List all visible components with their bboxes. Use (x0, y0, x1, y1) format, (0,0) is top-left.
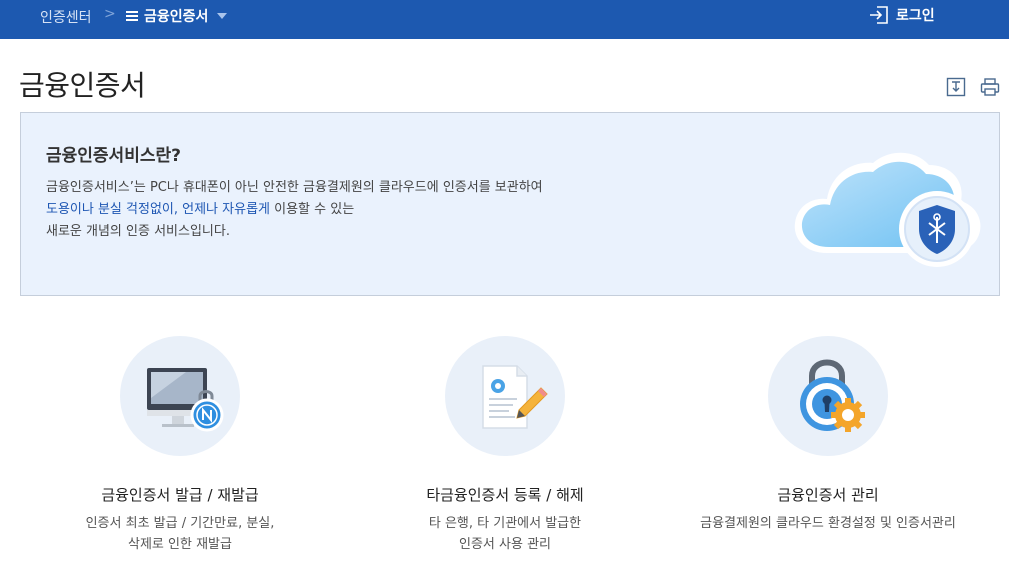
login-icon (870, 6, 888, 24)
monitor-lock-icon (147, 368, 224, 432)
intro-title: 금융인증서비스란? (46, 146, 181, 166)
feature-register-description: 타 은행, 타 기관에서 발급한 인증서 사용 관리 (345, 513, 665, 555)
feature-issue-desc-line-1: 인증서 최초 발급 / 기간만료, 분실, (85, 516, 275, 531)
feature-issue-title[interactable]: 금융인증서 발급 / 재발급 (20, 484, 340, 505)
caret-down-icon (217, 13, 228, 19)
feature-issue-description: 인증서 최초 발급 / 기간만료, 분실, 삭제로 인한 재발급 (20, 513, 340, 555)
feature-manage-circle[interactable] (768, 336, 888, 456)
intro-comma: , (173, 202, 183, 217)
feature-manage-description: 금융결제원의 클라우드 환경설정 및 인증서관리 (668, 513, 988, 534)
cloud-shield-icon (794, 152, 981, 267)
menu-dropdown[interactable]: 금융인증서 (126, 5, 228, 27)
feature-register[interactable]: 타금융인증서 등록 / 해제 타 은행, 타 기관에서 발급한 인증서 사용 관… (345, 336, 665, 555)
feature-issue[interactable]: 금융인증서 발급 / 재발급 인증서 최초 발급 / 기간만료, 분실, 삭제로… (20, 336, 340, 555)
download-icon[interactable] (946, 77, 966, 97)
breadcrumb-separator: > (104, 6, 116, 22)
feature-issue-desc-line-2: 삭제로 인한 재발급 (128, 537, 232, 552)
intro-line-1: 금융인증서비스’는 PC나 휴대폰이 아닌 안전한 금융결제원의 클라우드에 인… (46, 180, 543, 195)
feature-manage-title[interactable]: 금융인증서 관리 (668, 484, 988, 505)
feature-register-circle[interactable] (445, 336, 565, 456)
top-navigation-bar: 인증센터 > 금융인증서 로그인 (0, 0, 1009, 39)
feature-issue-circle[interactable] (120, 336, 240, 456)
feature-manage-desc-line-1: 금융결제원의 클라우드 환경설정 및 인증서관리 (700, 516, 956, 531)
intro-description: 금융인증서비스’는 PC나 휴대폰이 아닌 안전한 금융결제원의 클라우드에 인… (46, 177, 543, 243)
intro-highlight-2: 언제나 자유롭게 (182, 202, 270, 217)
intro-line-2: 도용이나 분실 걱정없이, 언제나 자유롭게 이용할 수 있는 (46, 199, 543, 221)
feature-register-title[interactable]: 타금융인증서 등록 / 해제 (345, 484, 665, 505)
feature-manage[interactable]: 금융인증서 관리 금융결제원의 클라우드 환경설정 및 인증서관리 (668, 336, 988, 534)
intro-line-2-rest: 이용할 수 있는 (270, 202, 355, 217)
menu-icon (126, 11, 138, 21)
breadcrumb-home[interactable]: 인증센터 (40, 7, 92, 27)
feature-register-desc-line-2: 인증서 사용 관리 (459, 537, 551, 552)
login-button[interactable]: 로그인 (868, 5, 935, 25)
print-icon[interactable] (980, 77, 1000, 97)
login-label: 로그인 (896, 8, 935, 24)
intro-panel: 금융인증서비스란? 금융인증서비스’는 PC나 휴대폰이 아닌 안전한 금융결제… (20, 112, 1000, 296)
intro-line-3: 새로운 개념의 인증 서비스입니다. (46, 224, 230, 239)
page-title: 금융인증서 (19, 69, 146, 102)
menu-dropdown-label: 금융인증서 (144, 9, 209, 25)
intro-highlight-1: 도용이나 분실 걱정없이 (46, 202, 174, 217)
document-pen-icon (482, 365, 548, 429)
feature-register-desc-line-1: 타 은행, 타 기관에서 발급한 (428, 516, 582, 531)
padlock-gear-icon (800, 359, 865, 432)
